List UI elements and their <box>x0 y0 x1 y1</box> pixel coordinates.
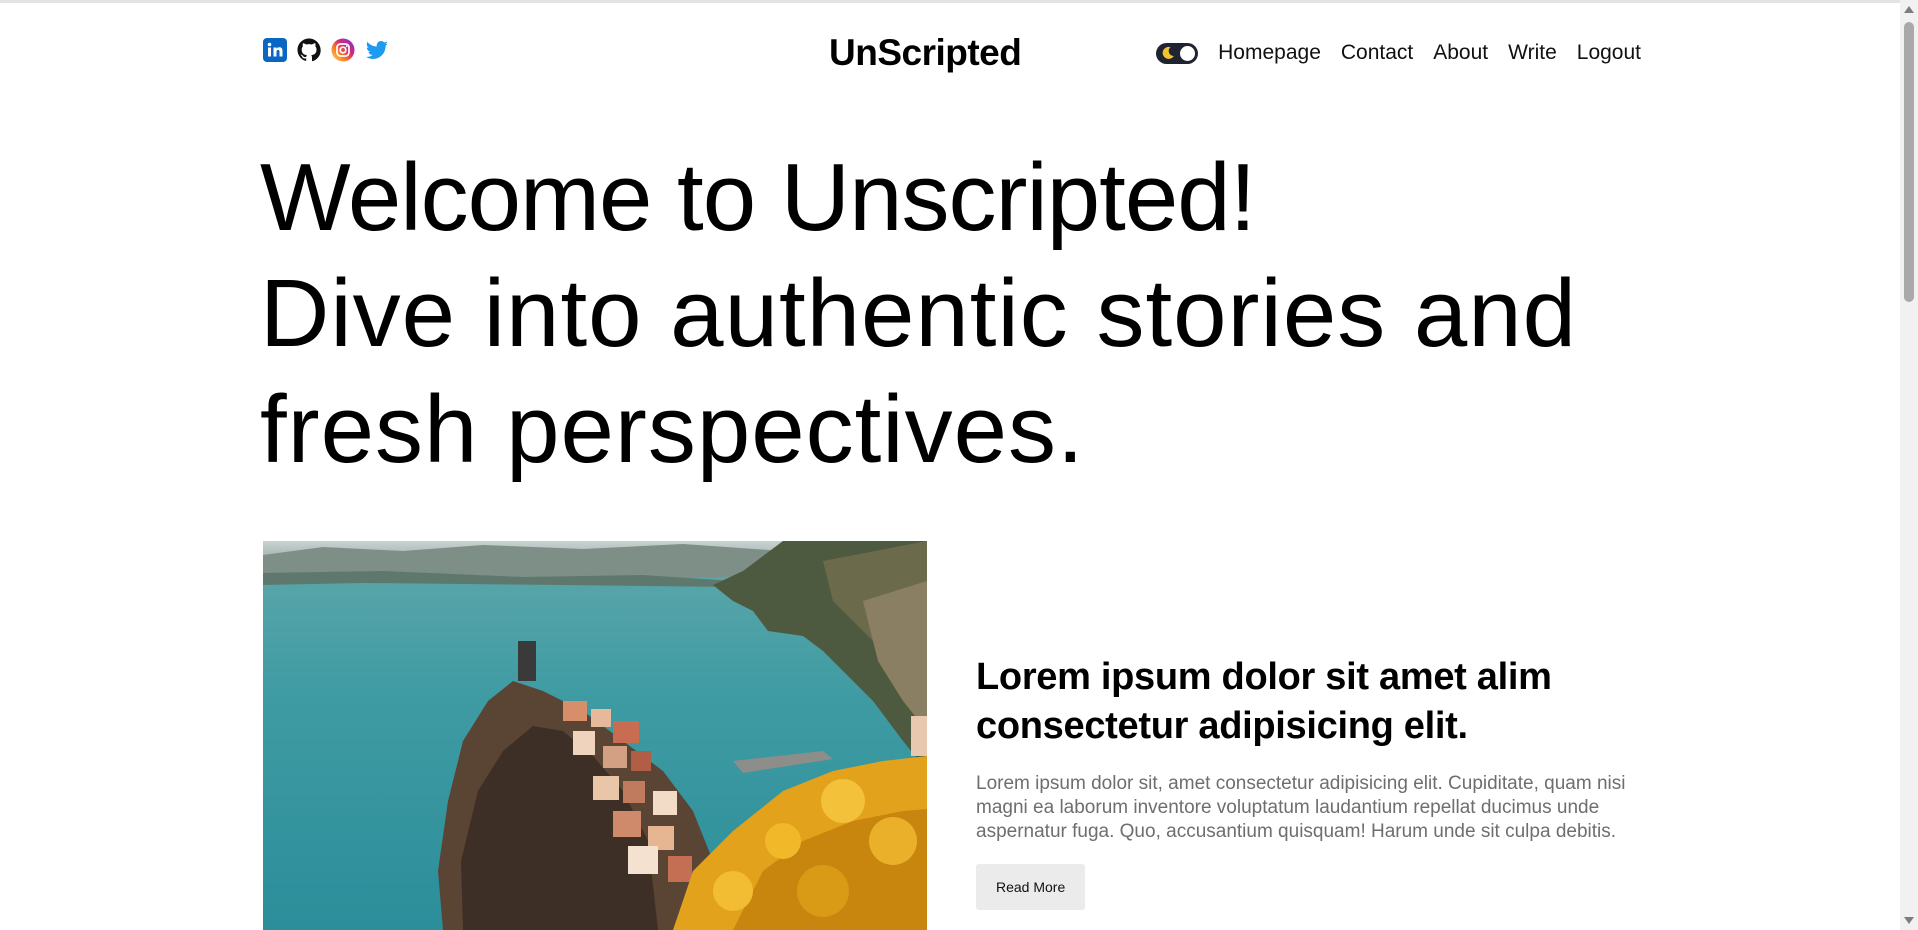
nav-logout[interactable]: Logout <box>1577 41 1641 65</box>
hero-heading: Welcome to Unscripted! <box>260 144 1256 251</box>
nav-write[interactable]: Write <box>1508 41 1557 65</box>
page-scrollbar[interactable] <box>1900 0 1918 930</box>
hero-tagline: Dive into authentic stories and fresh pe… <box>260 260 1578 483</box>
main-nav: Homepage Contact About Write Logout <box>1156 41 1641 65</box>
linkedin-icon[interactable] <box>263 38 287 62</box>
read-more-button[interactable]: Read More <box>976 864 1086 910</box>
scroll-up-arrow-icon[interactable] <box>1904 6 1914 13</box>
post-title[interactable]: Lorem ipsum dolor sit amet alim consecte… <box>976 653 1636 751</box>
twitter-icon[interactable] <box>365 38 389 62</box>
scroll-down-arrow-icon[interactable] <box>1904 917 1914 924</box>
theme-toggle[interactable] <box>1156 42 1199 64</box>
window-top-border <box>0 0 1900 3</box>
nav-homepage[interactable]: Homepage <box>1218 41 1321 65</box>
instagram-icon[interactable] <box>331 38 355 62</box>
github-icon[interactable] <box>297 38 321 62</box>
moon-icon <box>1162 46 1174 59</box>
scroll-thumb[interactable] <box>1904 22 1914 302</box>
hero-section: Welcome to Unscripted! Dive into authent… <box>260 140 1660 488</box>
nav-about[interactable]: About <box>1433 41 1488 65</box>
social-links <box>263 38 389 62</box>
toggle-knob <box>1180 45 1196 61</box>
featured-post: Lorem ipsum dolor sit amet alim consecte… <box>976 653 1636 910</box>
site-title[interactable]: UnScripted <box>829 32 1022 74</box>
nav-contact[interactable]: Contact <box>1341 41 1413 65</box>
site-header: UnScripted Homepage Contact About Write … <box>263 26 1641 80</box>
post-excerpt: Lorem ipsum dolor sit, amet consectetur … <box>976 773 1626 842</box>
featured-post-image[interactable] <box>263 541 927 930</box>
